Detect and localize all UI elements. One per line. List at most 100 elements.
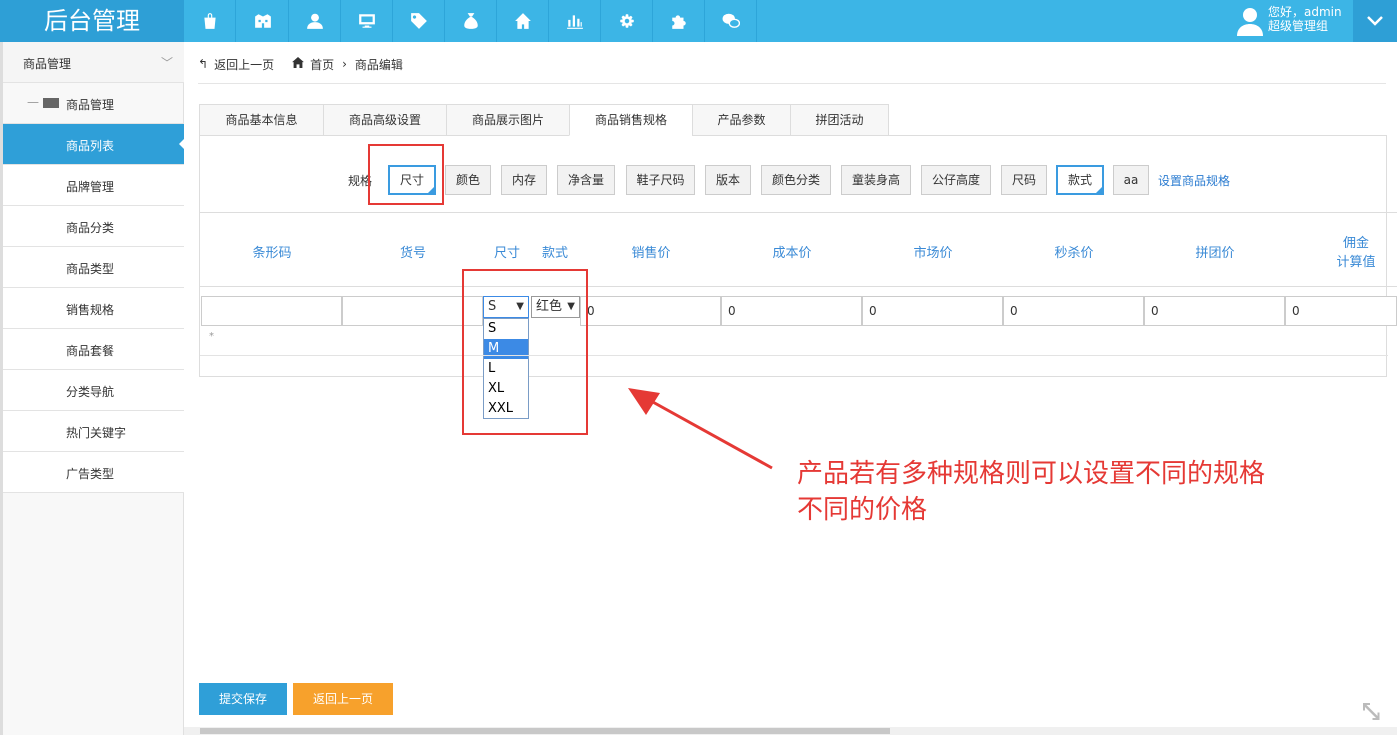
spec-option-clothing-size[interactable]: 尺码 xyxy=(1001,165,1047,195)
tab-group-buy[interactable]: 拼团活动 xyxy=(790,104,889,136)
horizontal-scrollbar[interactable] xyxy=(184,727,1397,735)
divider xyxy=(200,212,1397,213)
tab-basic-info[interactable]: 商品基本信息 xyxy=(199,104,323,136)
user-menu-button[interactable] xyxy=(1353,0,1397,42)
tab-display-images[interactable]: 商品展示图片 xyxy=(446,104,569,136)
header-size: 尺寸 xyxy=(493,246,520,261)
spec-option-style[interactable]: 款式 xyxy=(1056,165,1104,195)
breadcrumb-home[interactable]: 首页 xyxy=(310,56,334,73)
sidebar-item-category[interactable]: 商品分类 xyxy=(3,206,184,247)
sidebar-item-label: 分类导航 xyxy=(66,385,115,399)
commission-input[interactable]: 0 xyxy=(1285,296,1397,326)
highlight-box xyxy=(368,144,444,205)
header-sku: 货号 xyxy=(399,246,426,261)
sidebar-item-brand[interactable]: 品牌管理 xyxy=(3,165,184,206)
folder-icon xyxy=(43,98,59,108)
wechat-icon[interactable] xyxy=(705,0,757,42)
divider xyxy=(198,83,1386,84)
spec-option-aa[interactable]: aa xyxy=(1113,165,1149,195)
header-commission-calc: 计算值 xyxy=(1336,255,1376,270)
spec-option-net-content[interactable]: 净含量 xyxy=(557,165,615,195)
required-mark: * xyxy=(209,331,214,342)
sidebar-group[interactable]: — 商品管理 xyxy=(3,83,184,124)
spec-option-color-category[interactable]: 颜色分类 xyxy=(761,165,831,195)
home-icon[interactable] xyxy=(497,0,549,42)
sidebar-item-sales-spec[interactable]: 销售规格 xyxy=(3,288,184,329)
breadcrumb-back[interactable]: 返回上一页 xyxy=(214,56,274,73)
sidebar-item-type[interactable]: 商品类型 xyxy=(3,247,184,288)
gear-icon[interactable] xyxy=(601,0,653,42)
annotation-arrow-icon xyxy=(628,388,773,470)
tab-sales-spec[interactable]: 商品销售规格 xyxy=(569,104,692,136)
sidebar-item-label: 商品分类 xyxy=(66,221,115,235)
header-market-price: 市场价 xyxy=(913,246,953,261)
shopping-bag-icon[interactable] xyxy=(184,0,236,42)
sidebar-item-package[interactable]: 商品套餐 xyxy=(3,329,184,370)
tab-advanced-settings[interactable]: 商品高级设置 xyxy=(323,104,446,136)
user-icon[interactable] xyxy=(289,0,341,42)
active-indicator xyxy=(179,137,186,151)
building-icon[interactable] xyxy=(237,0,289,42)
resize-icon[interactable] xyxy=(1360,700,1382,722)
money-bag-icon[interactable] xyxy=(445,0,497,42)
sidebar-section-header[interactable]: 商品管理 ﹀ xyxy=(3,42,184,83)
sidebar-item-label: 商品列表 xyxy=(66,139,115,153)
tag-icon[interactable] xyxy=(393,0,445,42)
sidebar-item-label: 广告类型 xyxy=(66,467,115,481)
spec-option-color[interactable]: 颜色 xyxy=(445,165,491,195)
sidebar-item-category-nav[interactable]: 分类导航 xyxy=(3,370,184,411)
sidebar-section-title: 商品管理 xyxy=(23,57,72,71)
sidebar-item-ad-type[interactable]: 广告类型 xyxy=(3,452,184,493)
monitor-icon[interactable] xyxy=(341,0,393,42)
sale-price-input[interactable]: 0 xyxy=(580,296,721,326)
breadcrumb: ↰ 返回上一页 首页 › 商品编辑 xyxy=(198,55,403,73)
annotation-line-2: 不同的价格 xyxy=(797,495,928,525)
app-title: 后台管理 xyxy=(0,0,184,42)
submit-save-button[interactable]: 提交保存 xyxy=(199,683,287,715)
sidebar-item-label: 商品类型 xyxy=(66,262,115,276)
sidebar-item-label: 商品套餐 xyxy=(66,344,115,358)
user-info[interactable]: 您好，admin 超级管理组 xyxy=(1233,0,1353,42)
spec-option-version[interactable]: 版本 xyxy=(705,165,751,195)
market-price-input[interactable]: 0 xyxy=(862,296,1003,326)
header-flash-price: 秒杀价 xyxy=(1054,246,1094,261)
header-group-price: 拼团价 xyxy=(1195,246,1235,261)
spec-option-shoe-size[interactable]: 鞋子尺码 xyxy=(626,165,695,195)
user-greeting: 您好，admin xyxy=(1268,5,1342,19)
flash-price-input[interactable]: 0 xyxy=(1003,296,1144,326)
header-cost-price: 成本价 xyxy=(772,246,812,261)
sidebar-item-hot-keywords[interactable]: 热门关键字 xyxy=(3,411,184,452)
divider xyxy=(200,355,1388,356)
tab-bar: 商品基本信息 商品高级设置 商品展示图片 商品销售规格 产品参数 拼团活动 xyxy=(199,104,889,136)
annotation-line-1: 产品若有多种规格则可以设置不同的规格 xyxy=(797,459,1266,489)
header-barcode: 条形码 xyxy=(252,246,292,261)
chevron-down-icon xyxy=(1367,16,1383,26)
spec-option-doll-height[interactable]: 公仔高度 xyxy=(921,165,991,195)
annotation-text: 产品若有多种规格则可以设置不同的规格 不同的价格 xyxy=(797,456,1265,528)
bar-chart-icon[interactable] xyxy=(549,0,601,42)
breadcrumb-current: 商品编辑 xyxy=(354,57,403,72)
user-role: 超级管理组 xyxy=(1268,19,1329,33)
back-arrow-icon[interactable]: ↰ xyxy=(198,57,208,71)
highlight-box xyxy=(462,269,588,435)
header-commission: 佣金 xyxy=(1342,236,1369,251)
scrollbar-thumb[interactable] xyxy=(200,728,890,734)
header-sale-price: 销售价 xyxy=(631,246,671,261)
tab-product-params[interactable]: 产品参数 xyxy=(692,104,790,136)
divider xyxy=(200,286,1397,287)
sidebar-item-product-list[interactable]: 商品列表 xyxy=(3,124,186,165)
sidebar-item-label: 热门关键字 xyxy=(66,426,127,440)
back-button[interactable]: 返回上一页 xyxy=(293,683,393,715)
spec-option-memory[interactable]: 内存 xyxy=(501,165,547,195)
cost-price-input[interactable]: 0 xyxy=(721,296,862,326)
sidebar: 商品管理 ﹀ — 商品管理 商品列表 品牌管理 商品分类 商品类型 销售规格 商… xyxy=(0,42,186,735)
puzzle-icon[interactable] xyxy=(653,0,705,42)
chevron-down-icon: ﹀ xyxy=(161,56,174,70)
breadcrumb-separator: › xyxy=(342,57,347,71)
sidebar-group-label: 商品管理 xyxy=(66,98,115,112)
group-price-input[interactable]: 0 xyxy=(1144,296,1285,326)
collapse-icon: — xyxy=(27,95,39,109)
spec-option-kids-height[interactable]: 童装身高 xyxy=(841,165,911,195)
set-spec-link[interactable]: 设置商品规格 xyxy=(1158,172,1230,189)
barcode-input[interactable] xyxy=(201,296,342,326)
